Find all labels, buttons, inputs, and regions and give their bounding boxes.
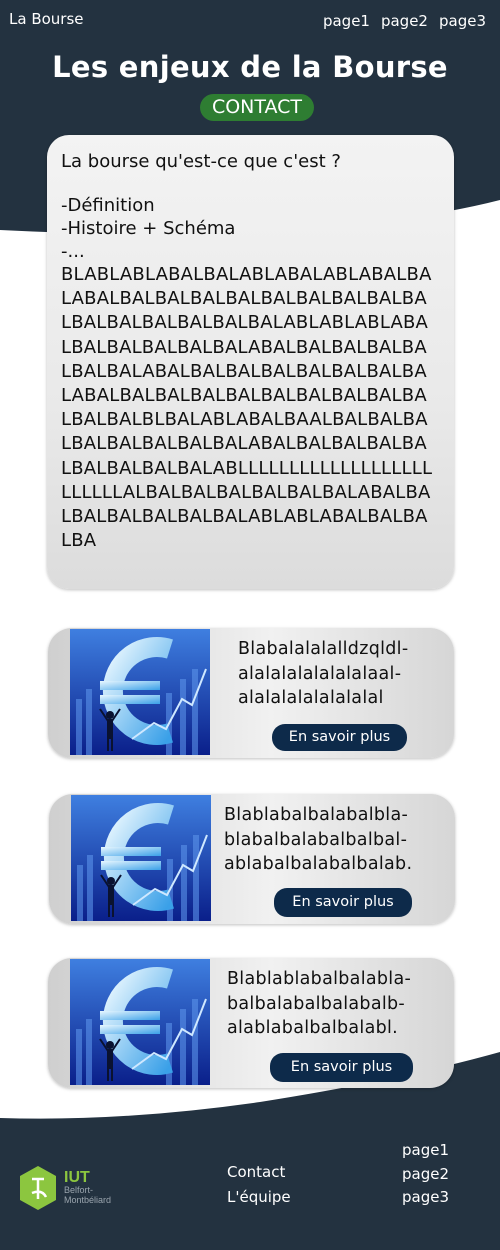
- footer-link-page2[interactable]: page2: [402, 1163, 449, 1187]
- promo-card: Blablablabalbalabla- balbalabalbalabalb-…: [48, 958, 454, 1088]
- contact-button[interactable]: CONTACT: [200, 94, 314, 121]
- learn-more-button[interactable]: En savoir plus: [270, 1053, 413, 1082]
- euro-image: [71, 795, 211, 921]
- iut-logo[interactable]: IUT Belfort- Montbéliard: [18, 1165, 128, 1213]
- iut-logo-text: IUT: [64, 1169, 90, 1186]
- nav-link-page3[interactable]: page3: [439, 12, 486, 30]
- learn-more-button[interactable]: En savoir plus: [272, 724, 407, 751]
- promo-card: Blablabalbalabalbla- blabalbalabalbalbal…: [49, 794, 455, 924]
- brand-name[interactable]: La Bourse: [9, 10, 84, 28]
- top-nav: page1 page2 page3: [323, 12, 486, 30]
- footer-page-links: page1 page2 page3: [402, 1139, 449, 1210]
- intro-body-text: BLABLABLABALBALABLABALABLABALBALABALBALB…: [61, 264, 433, 552]
- nav-link-page1[interactable]: page1: [323, 12, 370, 30]
- promo-text: Blabalalalalldzqldl- alalalalalalalalaal…: [238, 639, 409, 708]
- intro-line-definition: -Définition: [61, 195, 155, 216]
- euro-image: [70, 629, 210, 755]
- nav-link-page2[interactable]: page2: [381, 12, 428, 30]
- learn-more-button[interactable]: En savoir plus: [274, 888, 412, 917]
- intro-line-history: -Histoire + Schéma: [61, 218, 236, 239]
- footer-link-team[interactable]: L'équipe: [227, 1185, 291, 1210]
- svg-text:Montbéliard: Montbéliard: [64, 1195, 111, 1205]
- intro-line-ellipsis: -...: [61, 241, 85, 262]
- euro-image: [70, 959, 210, 1085]
- footer-link-contact[interactable]: Contact: [227, 1160, 291, 1185]
- page-title: Les enjeux de la Bourse: [52, 50, 448, 84]
- footer-link-page1[interactable]: page1: [402, 1139, 449, 1163]
- svg-text:Belfort-: Belfort-: [64, 1185, 93, 1195]
- footer-links: Contact L'équipe: [227, 1160, 291, 1210]
- promo-text: Blablablabalbalabla- balbalabalbalabalb-…: [227, 969, 412, 1038]
- promo-card: Blabalalalalldzqldl- alalalalalalalalaal…: [48, 628, 454, 758]
- promo-text: Blablabalbalabalbla- blabalbalabalbalbal…: [224, 805, 413, 874]
- intro-card: La bourse qu'est-ce que c'est ? -Définit…: [47, 135, 454, 589]
- footer-link-page3[interactable]: page3: [402, 1186, 449, 1210]
- intro-question: La bourse qu'est-ce que c'est ?: [61, 151, 341, 172]
